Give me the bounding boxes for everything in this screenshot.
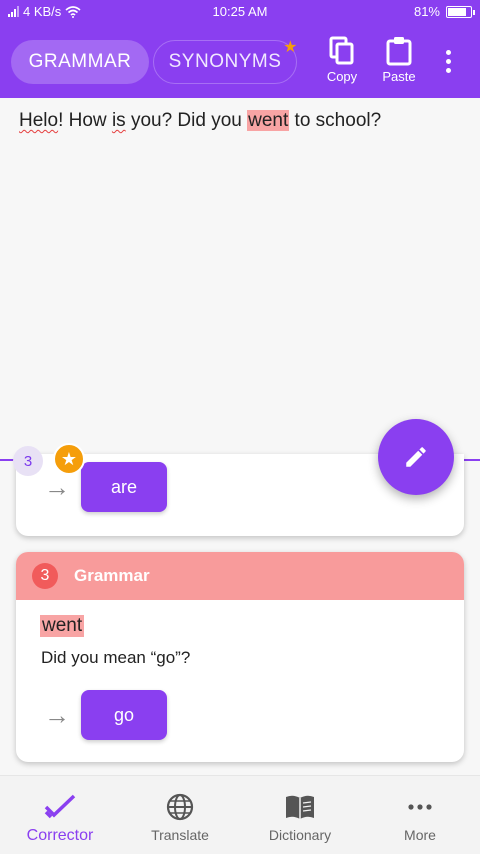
card-header: 3 Grammar (16, 552, 464, 600)
globe-icon (166, 793, 194, 821)
bottom-navigation: Corrector Translate Dictionary More (0, 775, 480, 854)
replacement-button[interactable]: are (81, 462, 167, 512)
flagged-word: went (40, 615, 85, 637)
copy-icon (329, 36, 354, 65)
replacement-label: are (110, 476, 137, 497)
nav-label: Translate (151, 827, 209, 843)
paste-label: Paste (382, 69, 416, 84)
edit-fab[interactable] (378, 419, 454, 495)
grammar-card: 3 Grammar went Did you mean “go”? → go (16, 552, 464, 762)
suggestion-hint: Did you mean “go”? (41, 648, 191, 667)
replacement-button[interactable]: go (81, 690, 167, 740)
paste-button[interactable]: Paste (374, 36, 424, 88)
editor-text[interactable]: Helo! How is you? Did you went to school… (19, 110, 381, 132)
arrow-right-icon: → (44, 700, 70, 730)
card-category: Grammar (74, 566, 150, 585)
grammar-error[interactable]: went (247, 110, 290, 131)
check-icon (44, 794, 76, 819)
star-icon: ★ (283, 39, 298, 56)
status-time: 10:25 AM (212, 4, 268, 19)
clipboard-icon (386, 37, 412, 66)
copy-button[interactable]: Copy (317, 36, 367, 88)
more-horiz-icon (408, 804, 432, 810)
arrow-right-icon: → (44, 472, 70, 502)
spelling-error[interactable]: Helo (19, 110, 58, 131)
text-segment: ! How (58, 110, 112, 131)
nav-label: Corrector (26, 827, 94, 844)
replacement-label: go (113, 704, 135, 725)
battery-percent: 81% (413, 4, 440, 19)
nav-dictionary[interactable]: Dictionary (240, 776, 360, 854)
star-icon: ★ (53, 443, 85, 475)
tab-grammar-label: GRAMMAR (28, 51, 132, 72)
tab-synonyms[interactable]: SYNONYMS ★ (153, 39, 298, 84)
status-right: 81% (413, 4, 475, 19)
copy-label: Copy (326, 69, 358, 84)
tab-synonyms-label: SYNONYMS (168, 51, 282, 72)
suggestion-number-badge: 3 (13, 446, 43, 476)
text-segment: to school? (289, 110, 382, 131)
text-segment: you? Did you (125, 110, 248, 131)
book-icon (286, 795, 314, 819)
status-bar: 4 KB/s 10:25 AM 81% (0, 0, 480, 24)
spelling-error[interactable]: is (112, 110, 126, 131)
tab-grammar[interactable]: GRAMMAR (11, 40, 149, 84)
count-badge: 3 (32, 563, 58, 589)
nav-label: Dictionary (268, 827, 332, 843)
pencil-icon (406, 447, 426, 467)
nav-more[interactable]: More (360, 776, 480, 854)
app-toolbar: GRAMMAR SYNONYMS ★ Copy Paste (0, 24, 480, 98)
nav-corrector[interactable]: Corrector (0, 776, 120, 854)
more-options-icon[interactable] (436, 48, 460, 78)
text-editor[interactable]: Helo! How is you? Did you went to school… (0, 98, 480, 460)
nav-label: More (404, 827, 436, 843)
nav-translate[interactable]: Translate (120, 776, 240, 854)
battery-icon (446, 5, 475, 18)
